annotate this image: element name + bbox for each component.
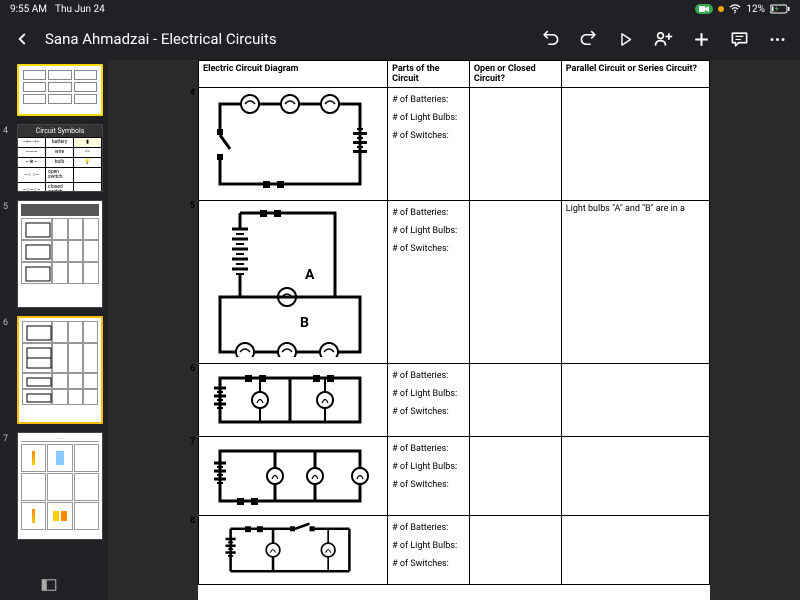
app-header: Sana Ahmadzai - Electrical Circuits bbox=[0, 18, 800, 60]
comment-button[interactable] bbox=[730, 30, 749, 49]
table-row: 4 # of Batteries:# of Ligh bbox=[199, 88, 710, 201]
circuit-diagram-5: A B bbox=[205, 207, 375, 357]
circuit-diagram-8 bbox=[205, 522, 375, 578]
header-parts: Parts of the Circuit bbox=[388, 61, 470, 88]
present-button[interactable] bbox=[617, 31, 634, 48]
table-row: 5 A bbox=[199, 201, 710, 364]
worksheet-page: Electric Circuit Diagram Parts of the Ci… bbox=[198, 60, 710, 600]
slide-panel: 4 Circuit Symbols —⊢⊣—battery▮ ———wire〰 … bbox=[0, 60, 108, 600]
status-bar: 9:55 AM Thu Jun 24 12% bbox=[0, 0, 800, 18]
wifi-icon bbox=[729, 4, 741, 14]
recording-badge bbox=[695, 4, 713, 14]
circuit-diagram-6 bbox=[205, 370, 375, 430]
slide-thumb-7[interactable]: 7 ——— bbox=[5, 432, 103, 540]
slide-thumb-5[interactable]: 5 bbox=[5, 200, 103, 308]
undo-button[interactable] bbox=[541, 30, 560, 49]
slide-canvas[interactable]: Electric Circuit Diagram Parts of the Ci… bbox=[108, 60, 800, 600]
status-date: Thu Jun 24 bbox=[55, 4, 105, 15]
more-button[interactable] bbox=[768, 30, 787, 49]
slide-thumb-6[interactable]: 6 bbox=[5, 316, 103, 424]
header-open: Open or Closed Circuit? bbox=[469, 61, 561, 88]
doc-title: Sana Ahmadzai - Electrical Circuits bbox=[45, 30, 527, 48]
battery-text: 12% bbox=[746, 4, 765, 15]
battery-icon bbox=[770, 4, 790, 14]
svg-text:B: B bbox=[300, 315, 309, 331]
redo-button[interactable] bbox=[579, 30, 598, 49]
status-time: 9:55 AM bbox=[10, 4, 47, 15]
table-row: 7 bbox=[199, 437, 710, 516]
back-button[interactable] bbox=[13, 30, 31, 48]
table-row: 8 bbox=[199, 516, 710, 585]
header-diagram: Electric Circuit Diagram bbox=[199, 61, 388, 88]
slide-thumb-3[interactable] bbox=[5, 64, 103, 116]
svg-text:A: A bbox=[305, 267, 315, 283]
status-dot bbox=[718, 6, 724, 12]
share-button[interactable] bbox=[653, 29, 673, 49]
circuit-diagram-4 bbox=[205, 94, 375, 194]
circuit-diagram-7 bbox=[205, 443, 375, 509]
header-parallel: Parallel Circuit or Series Circuit? bbox=[561, 61, 709, 88]
add-button[interactable] bbox=[692, 30, 711, 49]
expand-panel-button[interactable] bbox=[40, 576, 58, 594]
table-row: 6 bbox=[199, 364, 710, 437]
slide-thumb-4[interactable]: 4 Circuit Symbols —⊢⊣—battery▮ ———wire〰 … bbox=[5, 124, 103, 192]
